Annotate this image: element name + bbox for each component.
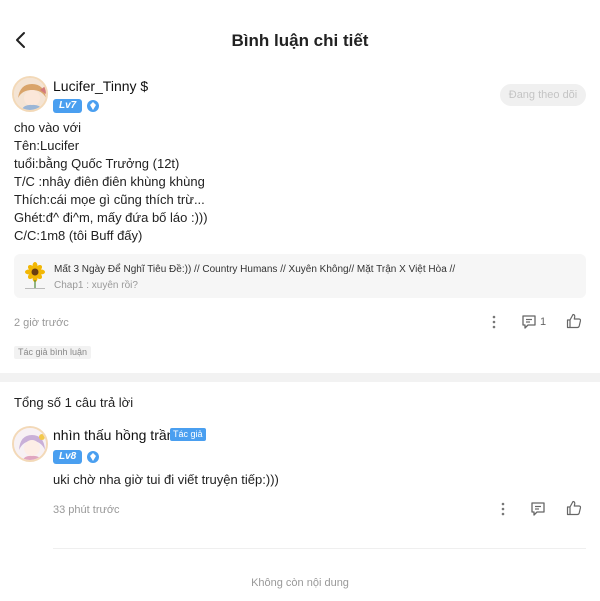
more-vertical-icon [492, 315, 496, 329]
story-thumbnail [22, 261, 48, 291]
comment-line: T/C :nhây điên điên khùng khùng [14, 174, 205, 189]
comment-icon [531, 502, 545, 516]
comment-line: Ghét:đ^ đi^m, mấy đứa bố láo :))) [14, 210, 208, 225]
author-comment-tag: Tác giả bình luận [14, 346, 92, 359]
reply-button[interactable] [529, 500, 547, 518]
avatar[interactable] [12, 426, 48, 462]
comment-body: cho vào với Tên:Lucifer tuổi:bằng Quốc T… [14, 119, 208, 245]
reply-username[interactable]: nhìn thấu hồng trần [53, 427, 174, 443]
level-badge: Lv7 [53, 99, 83, 113]
thumbs-up-icon [566, 313, 582, 329]
total-replies-label: Tổng số 1 câu trả lời [14, 395, 134, 410]
author-badge: Tác giả [170, 428, 206, 441]
end-of-content-label: Không còn nội dung [251, 577, 349, 589]
divider [53, 548, 586, 549]
comment-time: 2 giờ trước [14, 317, 69, 329]
more-options-button[interactable] [495, 500, 511, 518]
header-bar: Bình luận chi tiết [0, 0, 600, 82]
comment-username[interactable]: Lucifer_Tinny $ [53, 78, 148, 94]
comment-line: Thích:cái mọe gì cũng thích trừ... [14, 192, 205, 207]
comment-line: tuổi:bằng Quốc Trưởng (12t) [14, 156, 180, 171]
comment-line: C/C:1m8 (tôi Buff đấy) [14, 228, 143, 243]
diamond-icon [87, 451, 99, 463]
avatar[interactable] [12, 76, 48, 112]
reply-time: 33 phút trước [53, 504, 120, 516]
comment-line: Tên:Lucifer [14, 138, 80, 153]
like-button[interactable] [565, 312, 583, 330]
comment-icon [522, 315, 536, 329]
avatar-image [14, 428, 46, 460]
more-options-button[interactable] [486, 313, 502, 331]
like-button[interactable] [565, 499, 583, 517]
story-title: Mất 3 Ngày Để Nghĩ Tiêu Đề:)) // Country… [54, 264, 456, 275]
comment-line: cho vào với [14, 120, 82, 135]
level-badge: Lv8 [53, 450, 83, 464]
follow-button[interactable]: Đang theo dõi [500, 84, 586, 106]
section-divider [0, 373, 600, 382]
diamond-icon [87, 100, 99, 112]
avatar-image [14, 78, 46, 110]
reply-count: 1 [540, 316, 547, 328]
sunflower-icon [22, 261, 48, 291]
thumbs-up-icon [566, 500, 582, 516]
reply-button[interactable] [520, 313, 538, 331]
story-chapter: Chap1 : xuyên rồi? [54, 280, 138, 291]
story-link-card[interactable]: Mất 3 Ngày Để Nghĩ Tiêu Đề:)) // Country… [14, 254, 586, 298]
page-title: Bình luận chi tiết [231, 31, 369, 50]
more-vertical-icon [501, 502, 505, 516]
reply-text: uki chờ nha giờ tui đi viết truyện tiếp:… [53, 472, 279, 487]
